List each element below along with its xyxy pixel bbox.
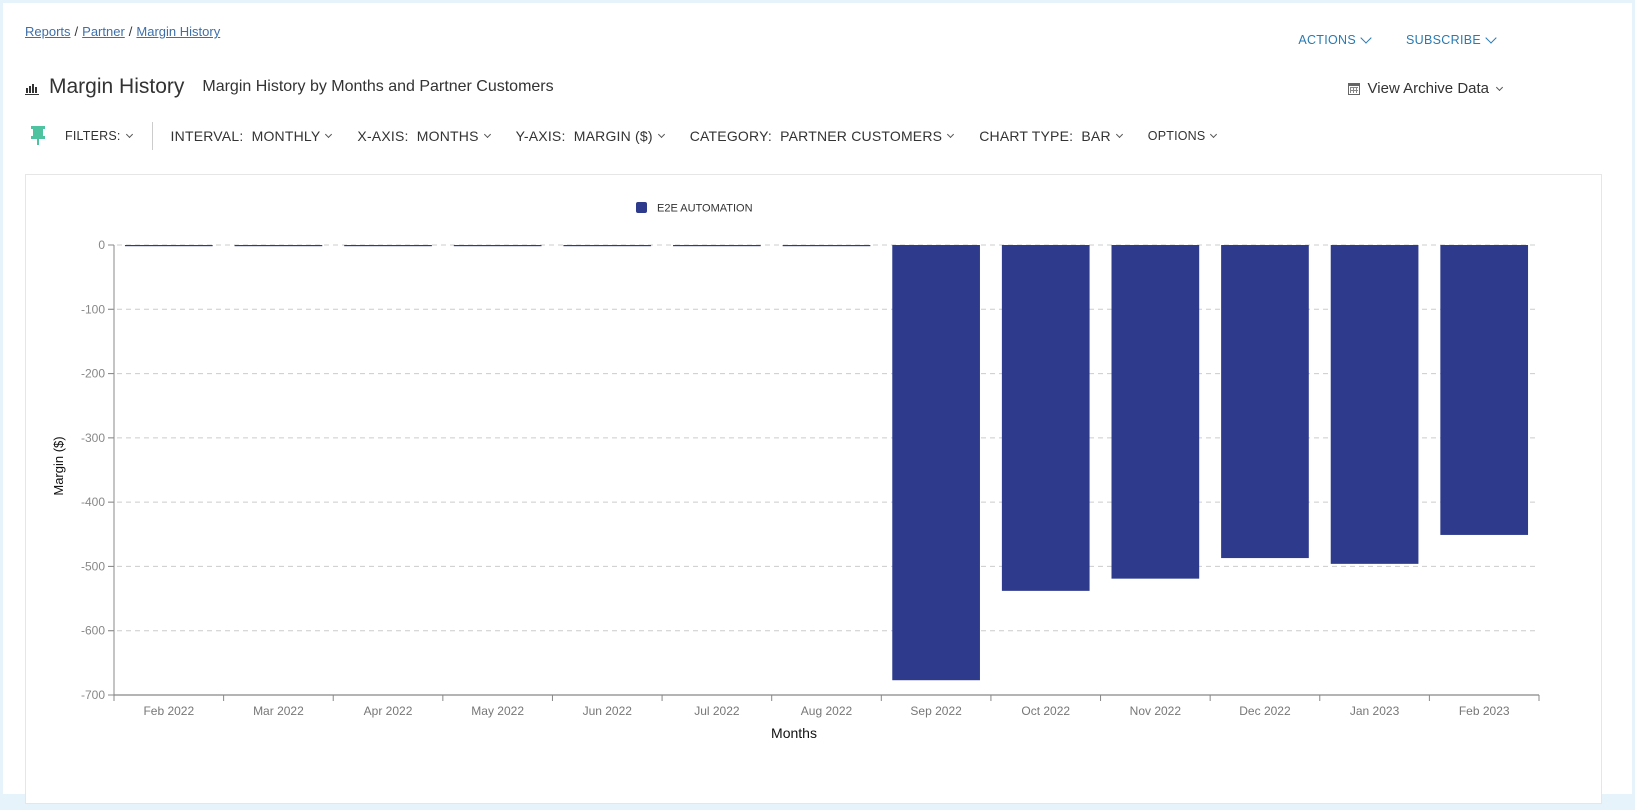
- view-archive-data-label: View Archive Data: [1367, 80, 1489, 97]
- x-tick-label: Dec 2022: [1239, 704, 1291, 718]
- page-subtitle: Margin History by Months and Partner Cus…: [202, 78, 554, 95]
- actions-label: ACTIONS: [1298, 33, 1356, 47]
- grid-lines: [108, 244, 1539, 632]
- y-tick-label: -400: [81, 495, 105, 509]
- calendar-icon: [1347, 82, 1360, 95]
- breadcrumb-reports[interactable]: Reports: [25, 24, 71, 39]
- breadcrumb-partner[interactable]: Partner: [82, 24, 125, 39]
- x-tick-label: Feb 2022: [143, 704, 194, 718]
- x-tick-label: Nov 2022: [1130, 704, 1182, 718]
- subscribe-label: SUBSCRIBE: [1406, 33, 1481, 47]
- actions-button[interactable]: ACTIONS: [1298, 32, 1372, 47]
- bar[interactable]: [782, 245, 871, 247]
- legend-swatch: [636, 202, 647, 213]
- y-tick-label: -100: [81, 302, 105, 316]
- x-tick-label: Jan 2023: [1350, 704, 1400, 718]
- chevron-down-icon: [1360, 32, 1372, 44]
- chevron-down-icon: [125, 130, 133, 139]
- y-axis-title: Margin ($): [51, 436, 66, 495]
- margin-history-chart: E2E AUTOMATION 0 -100 -200 -300 -400 -500 -600…: [51, 202, 1540, 741]
- x-axis-dropdown[interactable]: X-AXIS: MONTHS: [357, 128, 491, 144]
- bar[interactable]: [344, 245, 432, 247]
- chevron-down-icon: [1485, 32, 1497, 44]
- y-axis-dropdown[interactable]: Y-AXIS: MARGIN ($): [515, 128, 665, 144]
- page: Reports / Partner / Margin History ACTIONS S…: [3, 3, 1632, 804]
- breadcrumb-separator: /: [128, 24, 133, 39]
- interval-dropdown[interactable]: INTERVAL: MONTHLY: [170, 128, 333, 144]
- filters-dropdown[interactable]: FILTERS:: [65, 129, 133, 143]
- y-tick-label: -500: [81, 559, 105, 573]
- x-tick-label: May 2022: [471, 704, 524, 718]
- category-dropdown[interactable]: CATEGORY: PARTNER CUSTOMERS: [689, 128, 955, 144]
- view-archive-data-button[interactable]: View Archive Data: [1347, 80, 1504, 97]
- y-tick-label: -600: [81, 624, 105, 638]
- subscribe-button[interactable]: SUBSCRIBE: [1406, 32, 1497, 47]
- x-axis-title: Months: [771, 725, 817, 741]
- bar[interactable]: [1221, 245, 1309, 559]
- chart-legend[interactable]: E2E AUTOMATION: [636, 202, 753, 215]
- x-tick-label: Feb 2023: [1459, 704, 1510, 718]
- bar-chart-icon: [25, 83, 39, 95]
- bars: [124, 245, 1529, 681]
- page-title: Margin History: [49, 75, 185, 98]
- chart-type-dropdown[interactable]: CHART TYPE: BAR: [979, 128, 1123, 144]
- legend-label: E2E AUTOMATION: [657, 203, 753, 215]
- x-tick-label: Aug 2022: [801, 704, 853, 718]
- x-tick-label: Sep 2022: [910, 704, 962, 718]
- y-axis-label: Y-AXIS: MARGIN ($): [515, 128, 653, 144]
- filter-bar: FILTERS: INTERVAL: MONTHLY X-AXIS: MONTH…: [25, 121, 1242, 151]
- breadcrumb-margin-history[interactable]: Margin History: [136, 24, 220, 39]
- y-tick-label: 0: [98, 238, 105, 252]
- axes: [113, 245, 1539, 696]
- y-tick-label: -700: [81, 688, 105, 702]
- title-row: Margin History Margin History by Months …: [25, 75, 554, 99]
- x-tick-label: Apr 2022: [364, 704, 413, 718]
- bar[interactable]: [892, 245, 980, 681]
- x-tick-label: Jun 2022: [583, 704, 633, 718]
- breadcrumb: Reports / Partner / Margin History: [25, 24, 220, 39]
- chevron-down-icon: [483, 130, 491, 139]
- chevron-down-icon: [1210, 130, 1218, 139]
- filter-divider: [151, 122, 153, 150]
- options-dropdown[interactable]: OPTIONS: [1147, 129, 1218, 143]
- bar[interactable]: [563, 245, 652, 247]
- breadcrumb-separator: /: [74, 24, 79, 39]
- x-tick-label: Oct 2022: [1021, 704, 1070, 718]
- bar[interactable]: [1330, 245, 1419, 564]
- chevron-down-icon: [1495, 83, 1504, 91]
- chart-panel: E2E AUTOMATION 0 -100 -200 -300 -400 -500 -600…: [25, 174, 1602, 804]
- x-tick-label: Jul 2022: [694, 704, 740, 718]
- x-axis-ticks: Feb 2022 Mar 2022 Apr 2022 May 2022 Jun 2022…: [113, 695, 1540, 718]
- chevron-down-icon: [657, 130, 665, 139]
- chevron-down-icon: [947, 130, 955, 139]
- x-tick-label: Mar 2022: [253, 704, 304, 718]
- chevron-down-icon: [1115, 130, 1123, 139]
- bar[interactable]: [1440, 245, 1529, 535]
- bar[interactable]: [124, 245, 213, 247]
- filters-label: FILTERS:: [65, 129, 121, 143]
- bar[interactable]: [234, 245, 323, 247]
- bar[interactable]: [1001, 245, 1090, 591]
- category-label: CATEGORY: PARTNER CUSTOMERS: [689, 128, 943, 144]
- interval-label: INTERVAL: MONTHLY: [170, 128, 321, 144]
- x-axis-label: X-AXIS: MONTHS: [357, 128, 479, 144]
- bar[interactable]: [673, 245, 761, 247]
- pin-icon[interactable]: [31, 126, 45, 146]
- y-tick-label: -300: [81, 431, 105, 445]
- chevron-down-icon: [325, 130, 333, 139]
- options-label: OPTIONS: [1147, 129, 1206, 143]
- bar[interactable]: [1111, 245, 1200, 579]
- y-tick-label: -200: [81, 367, 105, 381]
- bar[interactable]: [453, 245, 542, 247]
- chart-type-label: CHART TYPE: BAR: [979, 128, 1111, 144]
- y-axis-ticks: 0 -100 -200 -300 -400 -500 -600 -700: [81, 238, 114, 702]
